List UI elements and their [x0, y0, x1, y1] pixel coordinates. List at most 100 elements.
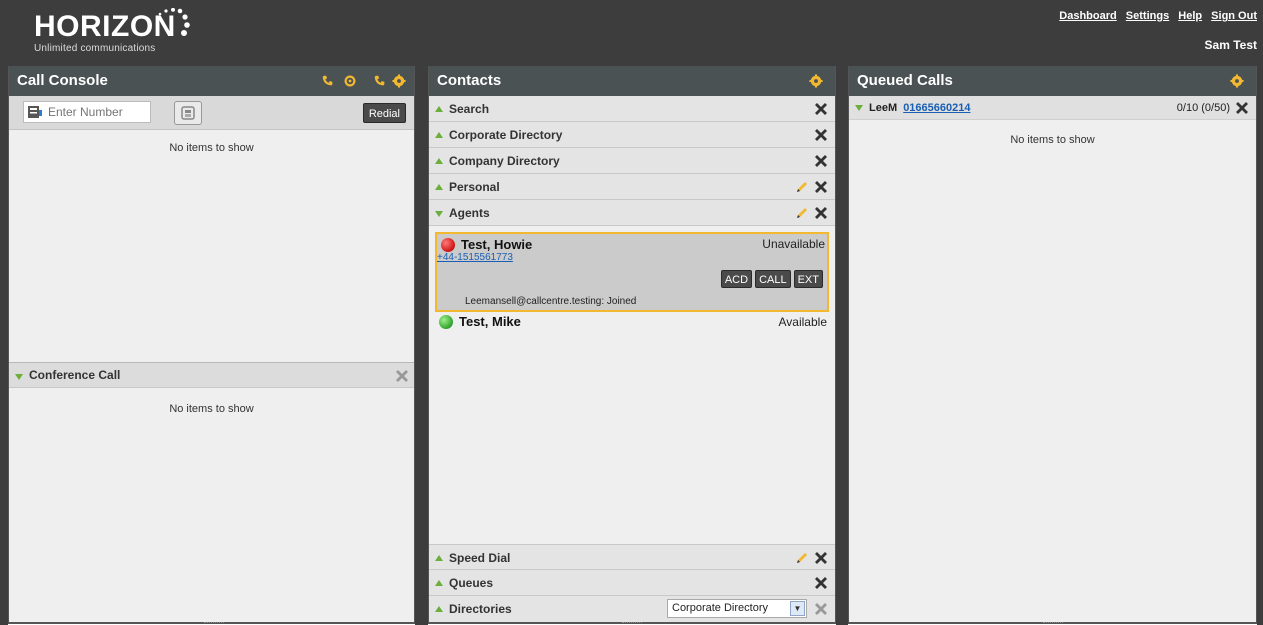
expand-icon [435, 184, 443, 190]
gear-icon[interactable] [809, 74, 823, 88]
top-links: Dashboard Settings Help Sign Out [1053, 10, 1257, 22]
expand-icon [435, 132, 443, 138]
expand-icon [435, 580, 443, 586]
section-label: Search [449, 102, 490, 116]
gutter [836, 66, 848, 625]
agent-status: Available [778, 315, 827, 329]
agent-note: Leemansell@callcentre.testing: Joined [465, 296, 637, 307]
section-label: Agents [449, 206, 490, 220]
settings-link[interactable]: Settings [1126, 10, 1169, 22]
chevron-down-icon[interactable]: ▼ [790, 601, 805, 616]
call-list-empty: No items to show [169, 142, 254, 154]
call-transfer-icon[interactable] [342, 74, 358, 88]
section-label: Personal [449, 180, 500, 194]
call-settings-icon[interactable] [372, 74, 388, 88]
section-agents[interactable]: Agents [429, 200, 835, 226]
section-search[interactable]: Search [429, 96, 835, 122]
ext-button[interactable]: EXT [793, 270, 823, 288]
phone-icon [181, 106, 195, 120]
close-icon[interactable] [1236, 102, 1248, 114]
queue-empty: No items to show [1010, 134, 1095, 146]
close-icon[interactable] [815, 155, 827, 167]
pencil-icon[interactable] [795, 206, 809, 220]
expand-icon [435, 106, 443, 112]
collapse-icon [15, 374, 23, 380]
section-personal[interactable]: Personal [429, 174, 835, 200]
gutter [1257, 66, 1263, 625]
queue-number-link[interactable]: 01665660214 [903, 102, 970, 114]
status-available-icon [439, 315, 453, 329]
close-icon[interactable] [815, 603, 827, 615]
conference-title: Conference Call [29, 368, 121, 382]
collapse-icon [855, 105, 863, 111]
agent-name: Test, Howie [461, 237, 533, 252]
top-header: HORIZON Unlimited communications Dashboa… [0, 0, 1263, 66]
agent-name: Test, Mike [459, 314, 521, 329]
logo-dots-icon [158, 8, 190, 36]
pencil-icon[interactable] [795, 180, 809, 194]
agent-card-selected[interactable]: Test, Howie Unavailable +44-1515561773 A… [435, 232, 829, 312]
panel-title: Contacts [437, 72, 502, 89]
agent-actions: ACD CALL EXT [718, 270, 823, 288]
section-company-directory[interactable]: Company Directory [429, 148, 835, 174]
collapse-icon [435, 211, 443, 217]
agent-row[interactable]: Test, Mike Available [435, 312, 829, 332]
panel-title: Call Console [17, 72, 108, 89]
redial-button[interactable]: Redial [362, 103, 406, 123]
contacts-panel: Contacts Search Corporate Directory Comp… [428, 66, 836, 624]
phonebook-icon[interactable] [27, 105, 43, 119]
close-icon[interactable] [815, 577, 827, 589]
bottom-sections: Speed Dial Queues Directories Corporate … [429, 544, 835, 622]
gutter [415, 66, 428, 625]
queued-calls-panel: Queued Calls LeeM 01665660214 0/10 (0/50… [848, 66, 1257, 624]
section-label: Speed Dial [449, 551, 511, 565]
queue-name: LeeM [869, 102, 898, 114]
close-icon[interactable] [815, 207, 827, 219]
section-label: Directories [449, 602, 512, 616]
horizon-logo: HORIZON Unlimited communications [34, 8, 190, 54]
close-icon[interactable] [815, 181, 827, 193]
logo-tagline: Unlimited communications [34, 43, 156, 54]
queue-row[interactable]: LeeM 01665660214 0/10 (0/50) [849, 96, 1256, 120]
section-label: Corporate Directory [449, 128, 563, 142]
expand-icon [435, 158, 443, 164]
call-forward-icon[interactable] [320, 74, 336, 88]
directory-select[interactable]: Corporate Directory ▼ [667, 599, 807, 618]
dial-bar: Redial [9, 96, 414, 130]
gear-icon[interactable] [392, 74, 406, 88]
call-button[interactable]: CALL [755, 270, 791, 288]
section-speed-dial[interactable]: Speed Dial [429, 544, 835, 570]
close-icon[interactable] [815, 129, 827, 141]
section-directories[interactable]: Directories Corporate Directory ▼ [429, 596, 835, 622]
expand-icon [435, 555, 443, 561]
user-name: Sam Test [1204, 38, 1257, 52]
call-console-header: Call Console [9, 66, 414, 96]
queue-count: 0/10 (0/50) [1176, 102, 1230, 114]
close-icon[interactable] [815, 552, 827, 564]
section-label: Queues [449, 576, 494, 590]
expand-icon [435, 606, 443, 612]
sign-out-link[interactable]: Sign Out [1211, 10, 1257, 22]
conference-call-section[interactable]: Conference Call [9, 362, 414, 388]
close-icon[interactable] [815, 103, 827, 115]
section-corporate-directory[interactable]: Corporate Directory [429, 122, 835, 148]
dial-button[interactable] [174, 101, 202, 125]
pencil-icon[interactable] [795, 551, 809, 565]
close-icon[interactable] [396, 370, 408, 382]
section-queues[interactable]: Queues [429, 570, 835, 596]
acd-button[interactable]: ACD [720, 270, 753, 288]
dashboard-link[interactable]: Dashboard [1059, 10, 1116, 22]
logo-text: HORIZON [34, 10, 176, 43]
select-value: Corporate Directory [672, 602, 768, 614]
agent-status: Unavailable [762, 237, 825, 251]
queued-calls-header: Queued Calls [849, 66, 1256, 96]
panel-title: Queued Calls [857, 72, 953, 89]
agent-phone-link[interactable]: +44-1515561773 [437, 252, 513, 263]
help-link[interactable]: Help [1178, 10, 1202, 22]
call-console-panel: Call Console Enter Number Redial No item… [8, 66, 415, 624]
contacts-header: Contacts [429, 66, 835, 96]
status-unavailable-icon [441, 238, 455, 252]
gutter [0, 66, 8, 625]
section-label: Company Directory [449, 154, 560, 168]
gear-icon[interactable] [1230, 74, 1244, 88]
